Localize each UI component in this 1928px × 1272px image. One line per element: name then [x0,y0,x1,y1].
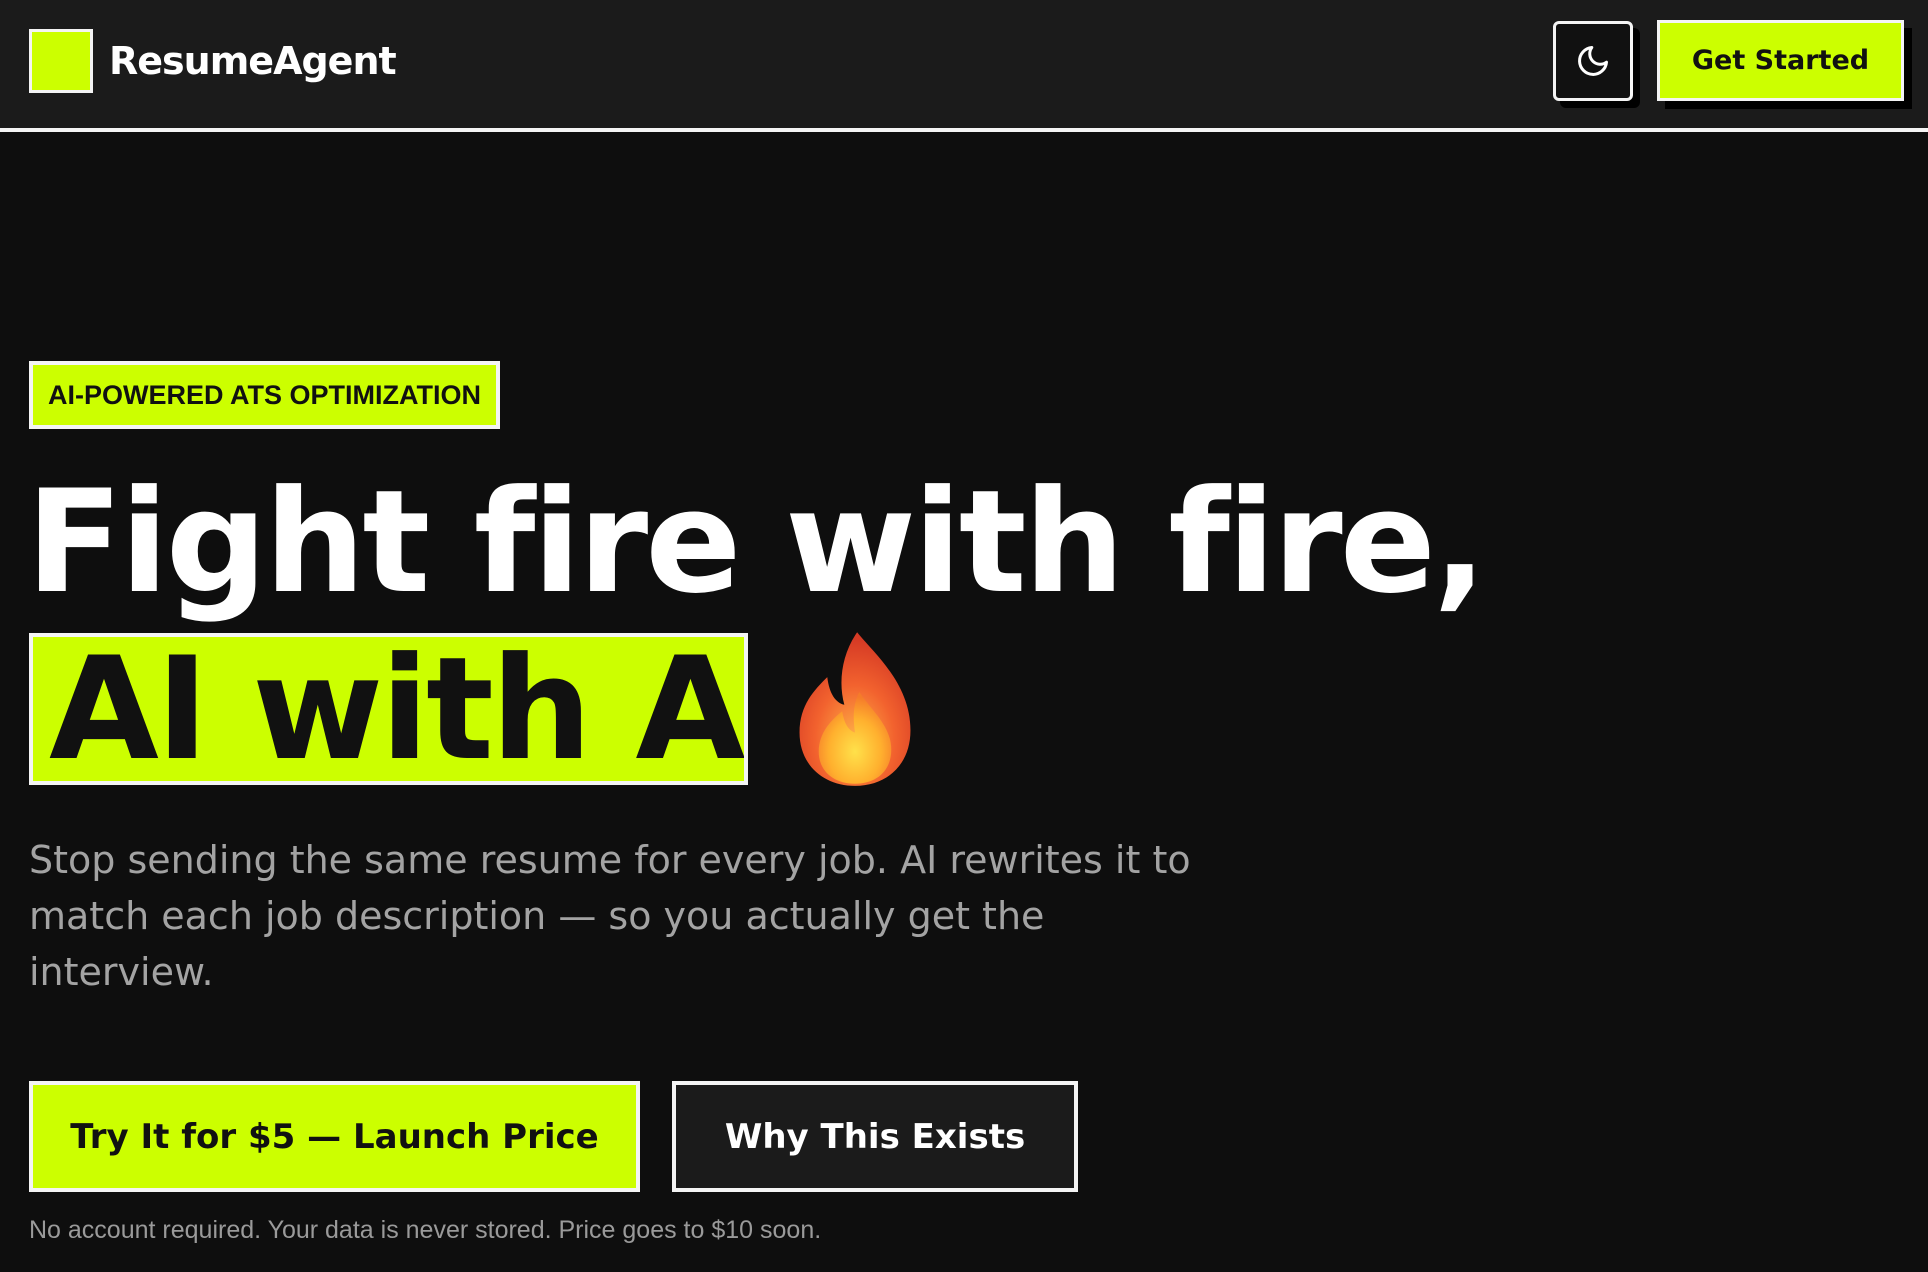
logo-square-icon[interactable] [29,29,93,93]
headline-line-2-highlight: AI with AI. [29,633,748,785]
privacy-pricing-note: No account required. Your data is never … [29,1216,822,1244]
top-nav-bar: ResumeAgent Get Started [0,0,1928,132]
flame-icon [799,632,911,786]
brand-name[interactable]: ResumeAgent [109,36,397,86]
get-started-button[interactable]: Get Started [1657,20,1904,101]
theme-toggle-button[interactable] [1553,21,1633,101]
why-this-exists-button[interactable]: Why This Exists [672,1081,1078,1192]
ats-optimization-badge: AI-POWERED ATS OPTIMIZATION [29,361,500,429]
hero-subtitle: Stop sending the same resume for every j… [29,838,1191,994]
moon-icon [1578,46,1608,76]
try-it-launch-price-button[interactable]: Try It for $5 — Launch Price [29,1081,640,1192]
headline-line-1: Fight fire with fire, [26,460,1487,625]
